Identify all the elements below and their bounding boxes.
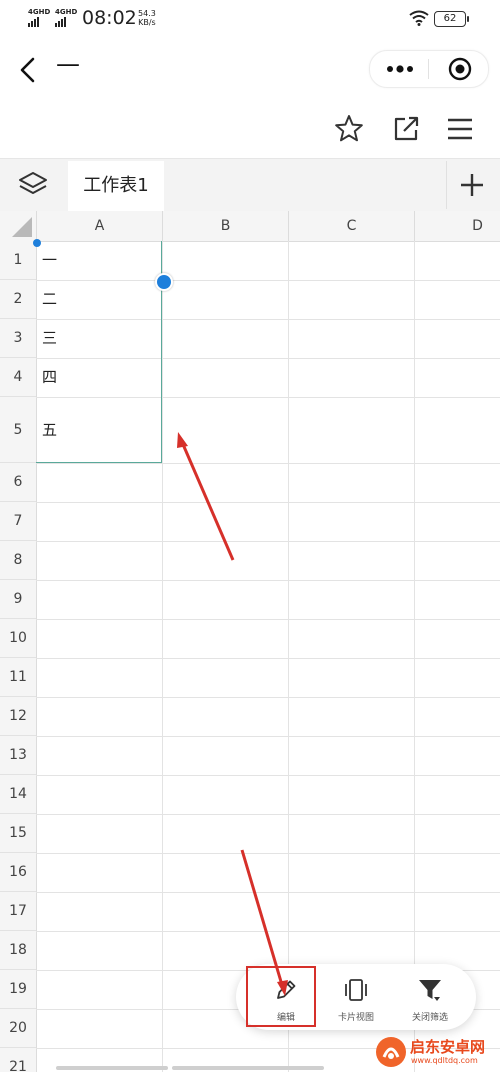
edit-button[interactable]: 编辑	[250, 964, 322, 1030]
row-header[interactable]: 4	[0, 358, 36, 397]
row-header[interactable]: 3	[0, 319, 36, 358]
row-divider	[36, 619, 500, 620]
row-header[interactable]: 7	[0, 502, 36, 541]
column-header-b[interactable]: B	[163, 211, 289, 241]
row-header[interactable]: 11	[0, 658, 36, 697]
row-divider	[36, 814, 500, 815]
row-header[interactable]: 14	[0, 775, 36, 814]
card-view-icon	[345, 979, 367, 1001]
row-divider	[36, 892, 500, 893]
more-dots-icon[interactable]	[378, 55, 422, 83]
close-filter-button[interactable]: 关闭筛选	[394, 964, 466, 1030]
star-icon[interactable]	[332, 112, 366, 146]
row-header[interactable]: 16	[0, 853, 36, 892]
row-header[interactable]: 19	[0, 970, 36, 1009]
column-header-c[interactable]: C	[289, 211, 415, 241]
signal-label: 4GHD	[55, 8, 78, 16]
page-title: —	[56, 50, 80, 78]
close-filter-label: 关闭筛选	[411, 1013, 448, 1023]
column-header-d[interactable]: D	[415, 211, 500, 241]
row-header[interactable]: 20	[0, 1009, 36, 1048]
document-toolbar	[0, 100, 500, 159]
row-header[interactable]: 9	[0, 580, 36, 619]
cell-a2[interactable]: 二	[37, 280, 162, 319]
row-divider	[36, 463, 500, 464]
edit-label: 编辑	[276, 1013, 295, 1023]
row-header[interactable]: 18	[0, 931, 36, 970]
plus-icon[interactable]	[458, 171, 486, 199]
row-header[interactable]: 17	[0, 892, 36, 931]
column-header-row: A B C D	[0, 211, 500, 242]
capsule-divider	[428, 59, 429, 79]
signal-indicator-2: 4GHD	[55, 9, 77, 27]
row-header[interactable]: 13	[0, 736, 36, 775]
tab-sheet-1[interactable]: 工作表1	[68, 161, 164, 211]
row-header[interactable]: 21	[0, 1048, 36, 1072]
layers-icon[interactable]	[16, 169, 50, 201]
column-divider	[162, 241, 163, 1072]
tab-divider	[446, 161, 447, 209]
card-view-button[interactable]: 卡片视图	[320, 964, 392, 1030]
cell-a4[interactable]: 四	[37, 358, 162, 397]
row-divider	[36, 697, 500, 698]
selection-end-handle[interactable]	[155, 273, 173, 291]
column-divider	[288, 241, 289, 1072]
network-speed: 54.3 KB/s	[138, 9, 156, 27]
network-speed-unit: KB/s	[138, 18, 156, 27]
target-close-icon[interactable]	[442, 55, 478, 83]
row-divider	[36, 541, 500, 542]
select-all-corner[interactable]	[0, 211, 37, 241]
site-watermark: 启东安卓网 www.qdltdq.com	[374, 1032, 500, 1072]
row-header[interactable]: 6	[0, 463, 36, 502]
card-view-label: 卡片视图	[337, 1013, 374, 1023]
watermark-brand: 启东安卓网	[410, 1038, 486, 1056]
row-header[interactable]: 5	[0, 397, 36, 463]
watermark-url: www.qdltdq.com	[411, 1056, 478, 1065]
row-divider	[36, 931, 500, 932]
row-divider	[36, 853, 500, 854]
signal-bars-icon	[55, 17, 77, 27]
cell-a3[interactable]: 三	[37, 319, 162, 358]
floating-action-bar: 编辑 卡片视图 关闭筛选	[236, 964, 476, 1030]
signal-label: 4GHD	[28, 8, 51, 16]
battery-indicator: 62	[434, 11, 469, 27]
row-divider	[36, 775, 500, 776]
sheet-tab-bar: 工作表1	[0, 159, 500, 212]
row-header[interactable]: 15	[0, 814, 36, 853]
row-divider	[36, 580, 500, 581]
row-header[interactable]: 1	[0, 241, 36, 280]
watermark-logo-icon	[376, 1037, 406, 1067]
share-external-icon[interactable]	[389, 112, 423, 146]
row-header[interactable]: 2	[0, 280, 36, 319]
row-divider	[36, 736, 500, 737]
selection-start-handle[interactable]	[33, 239, 41, 247]
filter-icon	[419, 980, 441, 1001]
chevron-left-icon[interactable]	[14, 54, 42, 86]
signal-bars-icon	[28, 17, 50, 27]
menu-icon[interactable]	[443, 112, 477, 146]
pencil-icon	[277, 980, 296, 999]
status-bar: 4GHD 4GHD 08:02 54.3 KB/s 62	[0, 0, 500, 40]
signal-indicator-1: 4GHD	[28, 9, 50, 27]
cell-a5[interactable]: 五	[37, 397, 162, 463]
wifi-icon	[409, 10, 429, 26]
row-header[interactable]: 10	[0, 619, 36, 658]
row-header[interactable]: 12	[0, 697, 36, 736]
cell-a1[interactable]: 一	[37, 241, 162, 280]
row-header[interactable]: 8	[0, 541, 36, 580]
nav-bar: —	[0, 40, 500, 100]
column-header-a[interactable]: A	[37, 211, 163, 241]
row-divider	[36, 502, 500, 503]
column-divider	[414, 241, 415, 1072]
network-speed-value: 54.3	[138, 9, 156, 18]
status-time: 08:02	[82, 7, 137, 29]
row-divider	[36, 658, 500, 659]
row-header-column: 1 2 3 4 5 6 7 8 9 10 11 12 13 14 15 16 1…	[0, 241, 37, 1072]
horizontal-scrollbar-thumb[interactable]	[56, 1066, 168, 1070]
spreadsheet-grid[interactable]: A B C D 1 2 3 4 5 6 7 8 9 10 11 12 13 14…	[0, 211, 500, 1072]
horizontal-scrollbar-thumb[interactable]	[172, 1066, 324, 1070]
mini-program-capsule	[369, 50, 489, 88]
